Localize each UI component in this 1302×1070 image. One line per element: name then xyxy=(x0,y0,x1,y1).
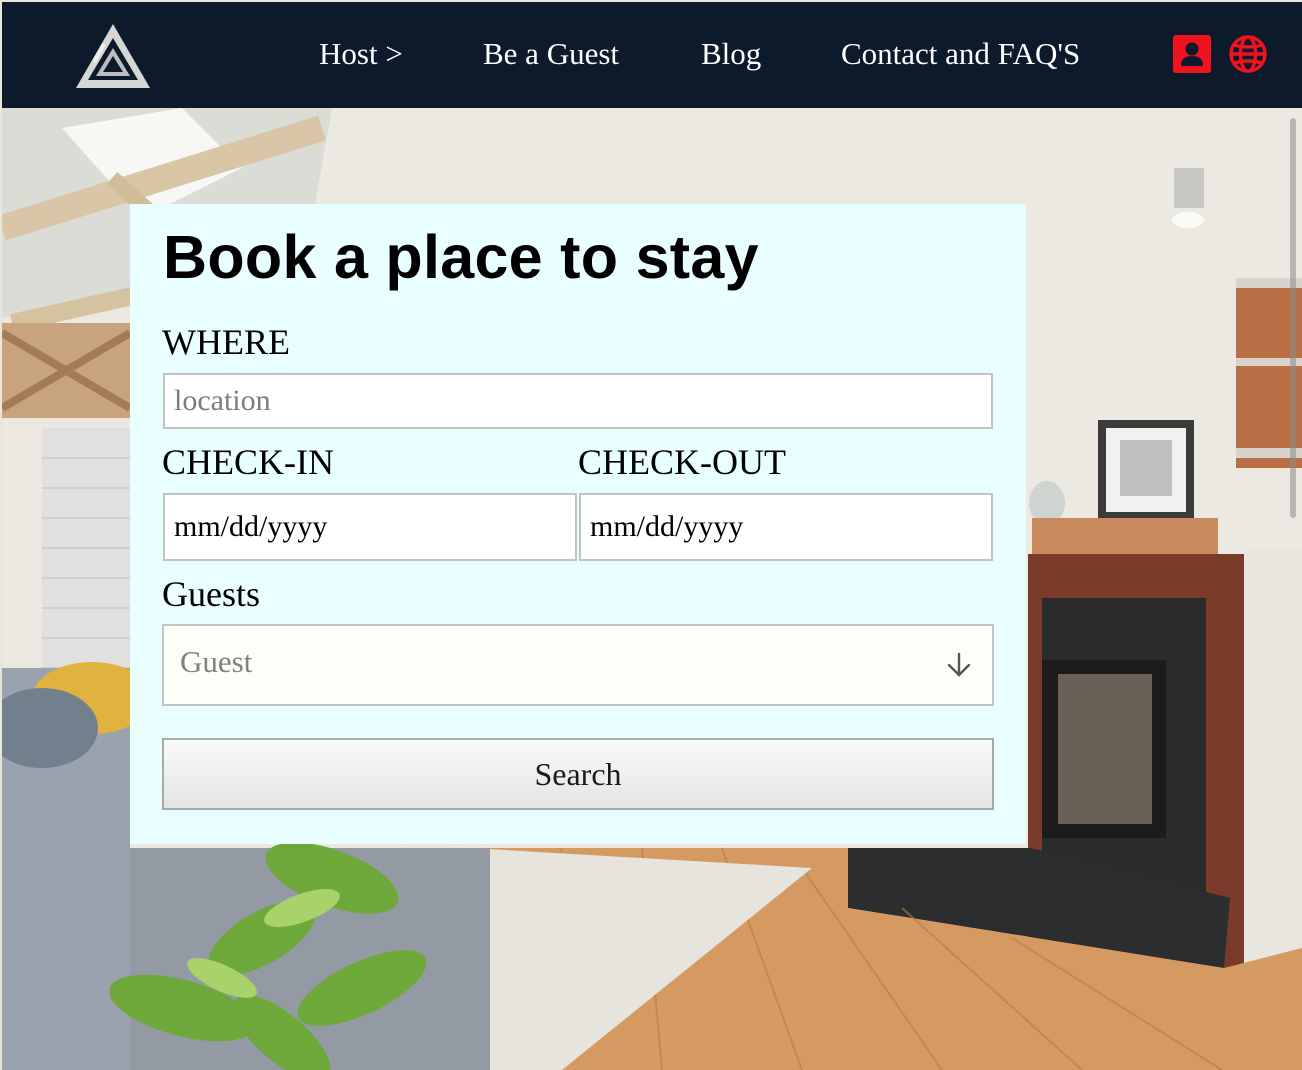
nav-link-host[interactable]: Host > xyxy=(319,36,403,72)
guests-label: Guests xyxy=(162,574,260,614)
arrow-down-icon xyxy=(947,652,971,677)
guests-select[interactable]: Guest xyxy=(162,624,994,706)
page-scrollbar[interactable] xyxy=(1290,118,1296,518)
booking-card: Book a place to stay WHERE CHECK-IN CHEC… xyxy=(130,204,1026,844)
user-profile-icon[interactable] xyxy=(1173,35,1211,73)
checkin-date-input[interactable]: mm/dd/yyyy xyxy=(163,493,577,561)
nav-link-be-a-guest[interactable]: Be a Guest xyxy=(483,36,619,72)
checkin-label: CHECK-IN xyxy=(162,442,334,482)
nav-link-contact-faq[interactable]: Contact and FAQ'S xyxy=(841,36,1080,72)
booking-title: Book a place to stay xyxy=(163,223,759,291)
globe-icon[interactable] xyxy=(1228,34,1268,74)
location-input[interactable] xyxy=(163,373,993,429)
logo-triangle-icon[interactable] xyxy=(74,22,152,90)
guests-selected-value: Guest xyxy=(180,644,253,679)
where-label: WHERE xyxy=(162,322,290,362)
search-button[interactable]: Search xyxy=(162,738,994,810)
top-navbar: Host > Be a Guest Blog Contact and FAQ'S xyxy=(2,2,1302,108)
nav-link-blog[interactable]: Blog xyxy=(701,36,761,72)
checkout-date-input[interactable]: mm/dd/yyyy xyxy=(579,493,993,561)
checkout-label: CHECK-OUT xyxy=(578,442,786,482)
